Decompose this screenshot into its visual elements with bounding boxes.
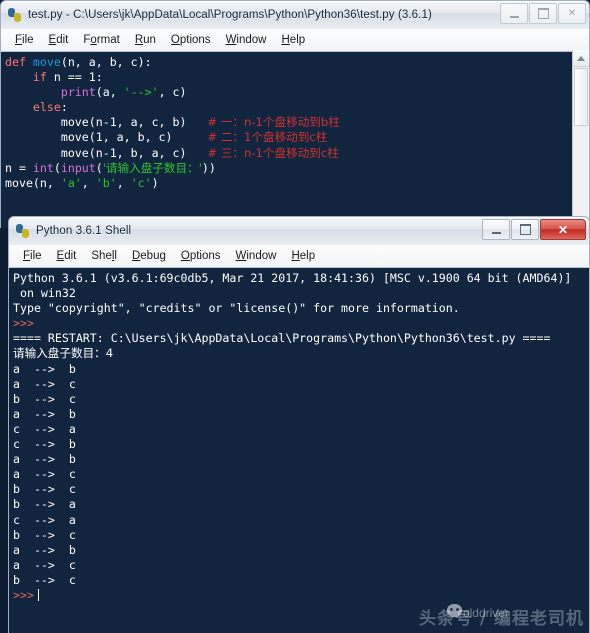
- shell-menu-edit[interactable]: Edit: [50, 249, 85, 263]
- editor-title: test.py - C:\Users\jk\AppData\Local\Prog…: [28, 9, 432, 21]
- shell-maximize-button[interactable]: [511, 219, 539, 240]
- output-line: a --> b: [13, 361, 76, 376]
- editor-titlebar[interactable]: test.py - C:\Users\jk\AppData\Local\Prog…: [0, 0, 590, 29]
- editor-maximize-button[interactable]: [529, 3, 557, 24]
- menu-options[interactable]: Options: [164, 33, 219, 47]
- output-line: a --> c: [13, 376, 76, 391]
- editor-scroll-up-arrow[interactable]: [573, 50, 589, 67]
- editor-scroll-thumb[interactable]: [574, 68, 588, 126]
- editor-minimize-button[interactable]: [500, 3, 528, 24]
- menu-run[interactable]: Run: [128, 33, 164, 47]
- python-shell-icon: [15, 223, 31, 239]
- shell-menu-options[interactable]: Options: [174, 249, 229, 263]
- shell-menu-shell[interactable]: Shell: [84, 249, 125, 263]
- output-line: c --> a: [13, 512, 76, 527]
- shell-window[interactable]: Python 3.6.1 Shell ✕ File Edit Shell Deb…: [8, 216, 590, 633]
- output-line: Type "copyright", "credits" or "license(…: [13, 301, 460, 316]
- shell-window-controls[interactable]: ✕: [482, 219, 586, 240]
- menu-window[interactable]: Window: [219, 33, 275, 47]
- output-line: b --> c: [13, 482, 76, 497]
- code-line: move(n-1, b, a, c) # 三：n-1个盘移动到c柱: [5, 145, 339, 160]
- output-line: b --> a: [13, 497, 76, 512]
- output-line: a --> b: [13, 452, 76, 467]
- output-line: b --> c: [13, 527, 76, 542]
- text-cursor: [37, 588, 40, 601]
- code-line: else:: [32, 100, 68, 115]
- output-line: a --> b: [13, 406, 76, 421]
- shell-menu-help[interactable]: Help: [284, 249, 323, 263]
- output-line: c --> b: [13, 437, 76, 452]
- output-line: a --> c: [13, 557, 76, 572]
- output-line: a --> b: [13, 542, 76, 557]
- code-line: if n == 1:: [32, 70, 103, 85]
- code-line: move(n, 'a', 'b', 'c'): [5, 175, 159, 190]
- menu-help[interactable]: Help: [274, 33, 313, 47]
- python-file-icon: [7, 7, 23, 23]
- code-editor-text-area[interactable]: def move(n, a, b, c): if n == 1: print(a…: [0, 52, 590, 229]
- output-line: c --> a: [13, 421, 76, 436]
- code-line: move(n-1, a, c, b) # 一：n-1个盘移动到b柱: [5, 115, 340, 130]
- output-line: on win32: [13, 286, 76, 301]
- prompt-symbol: >>>: [13, 587, 34, 602]
- shell-close-button[interactable]: ✕: [540, 219, 586, 240]
- shell-menu-debug[interactable]: Debug: [125, 249, 174, 263]
- output-line: a --> c: [13, 467, 76, 482]
- code-line: print(a, '-->', c): [60, 85, 187, 100]
- output-line: Python 3.6.1 (v3.6.1:69c0db5, Mar 21 201…: [13, 271, 572, 285]
- shell-menubar[interactable]: File Edit Shell Debug Options Window Hel…: [8, 245, 590, 268]
- output-line: b --> c: [13, 391, 76, 406]
- shell-minimize-button[interactable]: [482, 219, 510, 240]
- editor-menubar[interactable]: File Edit Format Run Options Window Help: [0, 29, 590, 52]
- menu-edit[interactable]: Edit: [42, 33, 77, 47]
- output-line: ==== RESTART: C:\Users\jk\AppData\Local\…: [13, 331, 551, 346]
- code-line: def move(n, a, b, c):: [5, 55, 152, 69]
- shell-input-prompt[interactable]: >>>: [13, 588, 573, 603]
- output-line: >>>: [13, 316, 34, 331]
- shell-output-text-area[interactable]: Python 3.6.1 (v3.6.1:69c0db5, Mar 21 201…: [8, 268, 590, 633]
- editor-window-controls[interactable]: ✕: [500, 3, 586, 24]
- output-line: 请输入盘子数目：4: [13, 346, 114, 361]
- output-line: b --> c: [13, 572, 76, 587]
- code-line: n = int(input('请输入盘子数目：')): [5, 160, 216, 175]
- shell-menu-window[interactable]: Window: [229, 249, 285, 263]
- shell-title: Python 3.6.1 Shell: [36, 225, 132, 237]
- desktop-screen: test.py - C:\Users\jk\AppData\Local\Prog…: [0, 0, 590, 633]
- code-line: move(1, a, b, c) # 二：1个盘移动到c柱: [5, 130, 328, 145]
- editor-close-button[interactable]: ✕: [558, 3, 586, 24]
- shell-menu-file[interactable]: File: [16, 249, 50, 263]
- editor-vertical-scrollbar[interactable]: [572, 50, 589, 227]
- menu-format[interactable]: Format: [76, 33, 127, 47]
- shell-titlebar[interactable]: Python 3.6.1 Shell ✕: [8, 216, 590, 245]
- menu-file[interactable]: File: [8, 33, 42, 47]
- editor-window[interactable]: test.py - C:\Users\jk\AppData\Local\Prog…: [0, 0, 590, 229]
